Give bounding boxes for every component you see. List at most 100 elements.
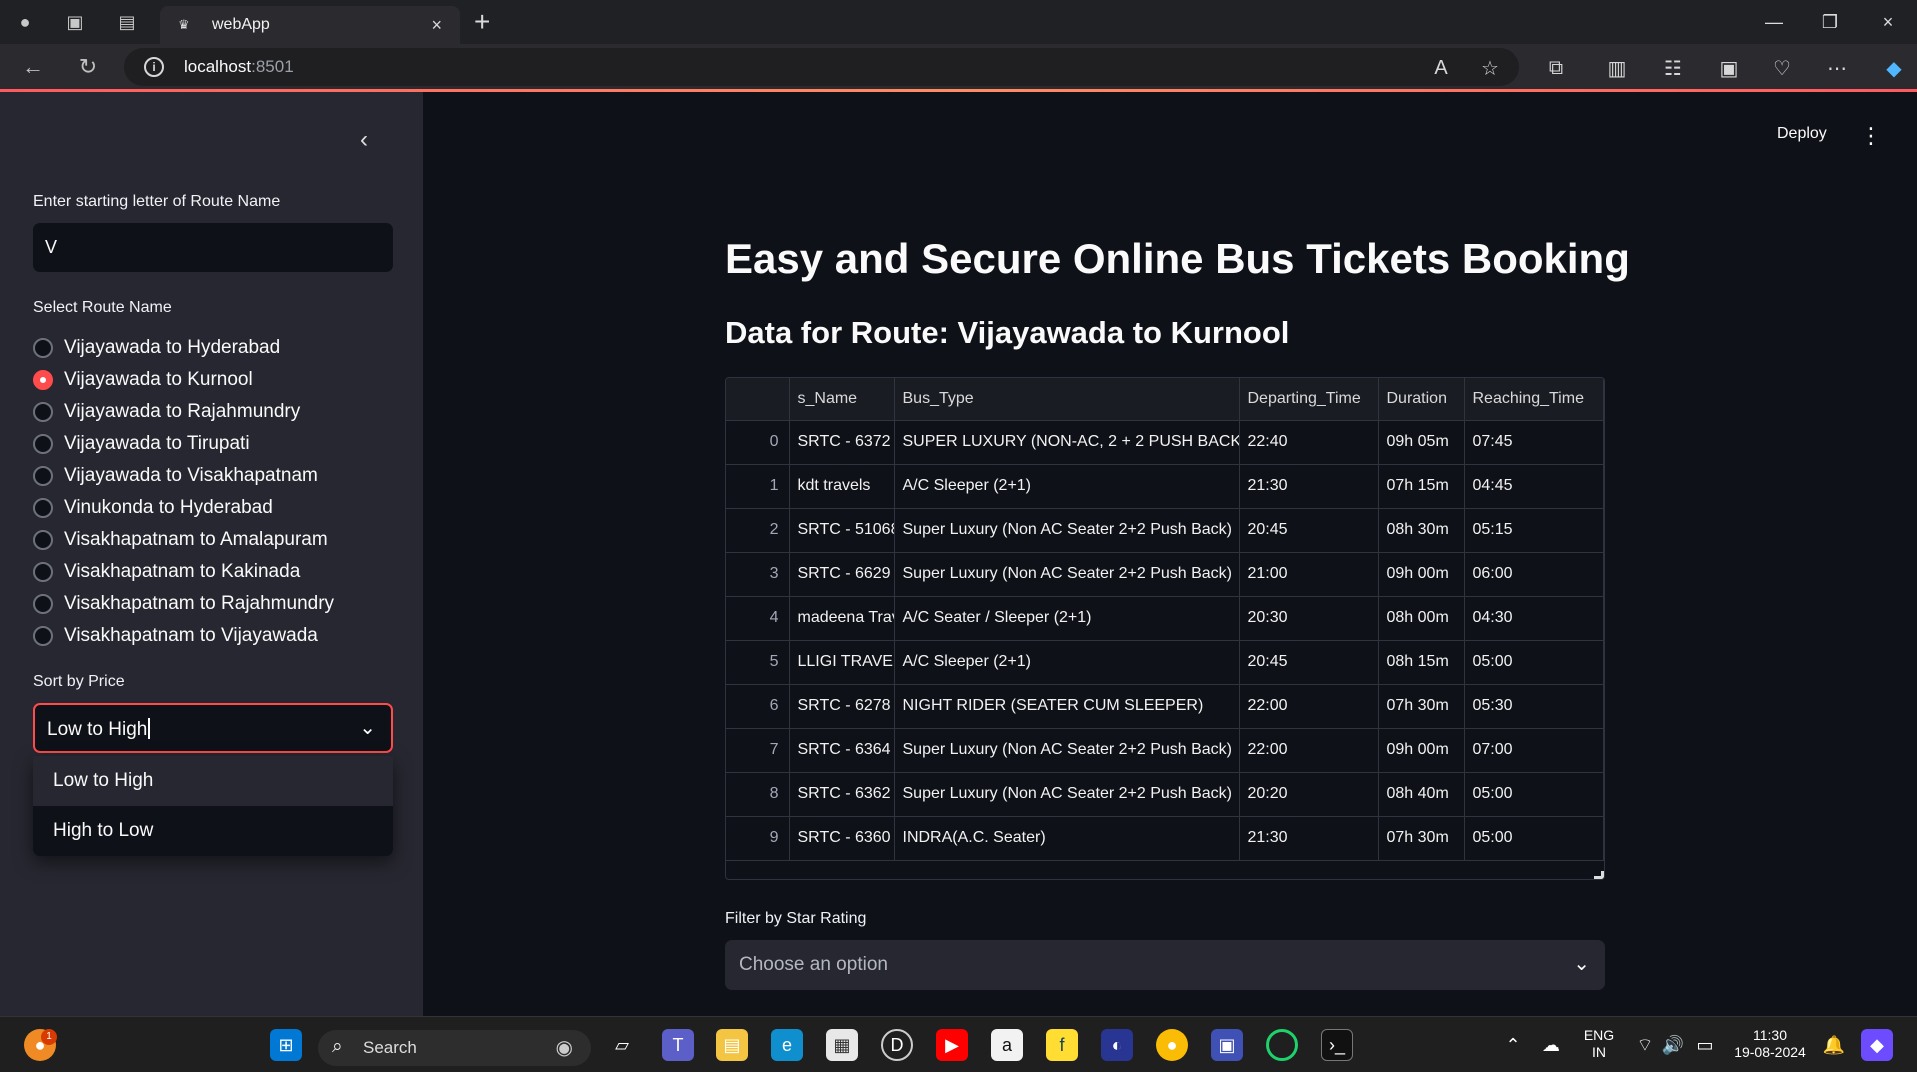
more-icon[interactable]: ⋯ xyxy=(1820,54,1854,82)
terminal-icon[interactable]: ›_ xyxy=(1321,1029,1353,1061)
route-option-selected[interactable]: Vijayawada to Kurnool xyxy=(33,364,334,396)
route-input-label: Enter starting letter of Route Name xyxy=(33,193,281,210)
radio-button-icon[interactable] xyxy=(33,338,53,358)
table-row[interactable]: 8 SRTC - 6362 Super Luxury (Non AC Seater … xyxy=(726,772,1604,817)
radio-button-icon[interactable] xyxy=(33,626,53,646)
url-text[interactable]: localhost:8501 xyxy=(184,57,294,77)
read-aloud-icon[interactable]: A xyxy=(1424,54,1458,82)
clock[interactable]: 11:30 19-08-2024 xyxy=(1728,1027,1812,1061)
bus-name-column-header[interactable]: s_Name xyxy=(789,378,895,421)
sort-option-high-to-low[interactable]: High to Low xyxy=(33,806,393,856)
flipkart-icon[interactable]: f xyxy=(1046,1029,1078,1061)
route-option[interactable]: Visakhapatnam to Rajahmundry xyxy=(33,588,334,620)
show-hidden-icons-icon[interactable]: ⌃ xyxy=(1497,1029,1529,1061)
table-row[interactable]: 3 SRTC - 6629 Super Luxury (Non AC Seater … xyxy=(726,552,1604,597)
chevron-down-icon[interactable]: ⌄ xyxy=(359,715,376,740)
taskbar-search[interactable]: ⌕ Search ◉ xyxy=(318,1030,591,1066)
battery-icon[interactable]: ▭ xyxy=(1689,1029,1721,1061)
reaching-time-column-header[interactable]: Reaching_Time xyxy=(1464,378,1604,421)
notifications-bell-icon[interactable]: 🔔 xyxy=(1818,1029,1850,1061)
close-tab-icon[interactable]: × xyxy=(431,15,442,36)
radio-button-icon[interactable] xyxy=(33,594,53,614)
extensions-icon[interactable]: ⧉ xyxy=(1539,54,1573,82)
refresh-icon[interactable]: ↻ xyxy=(72,52,104,82)
route-option[interactable]: Vijayawada to Rajahmundry xyxy=(33,396,334,428)
deploy-button[interactable]: Deploy xyxy=(1777,125,1827,143)
route-option[interactable]: Vinukonda to Hyderabad xyxy=(33,492,334,524)
collapse-sidebar-icon[interactable]: ‹ xyxy=(360,126,382,153)
route-option[interactable]: Visakhapatnam to Vijayawada xyxy=(33,620,334,652)
dell-icon[interactable]: D xyxy=(881,1029,913,1061)
volume-icon[interactable]: 🔊 xyxy=(1657,1029,1689,1061)
amazon-icon[interactable]: a xyxy=(991,1029,1023,1061)
vertical-tabs-icon[interactable]: ▤ xyxy=(112,8,142,36)
table-row[interactable]: 7 SRTC - 6364 Super Luxury (Non AC Seater … xyxy=(726,728,1604,773)
workspaces-icon[interactable]: ▣ xyxy=(60,8,90,36)
radio-button-icon[interactable] xyxy=(33,434,53,454)
star-rating-filter-label: Filter by Star Rating xyxy=(725,910,867,927)
info-icon[interactable]: i xyxy=(144,57,164,77)
windows-taskbar: ● 1 ⊞ ⌕ Search ◉ ▱ T ▤ e ▦ D ▶ a f ◐ ● ▣… xyxy=(0,1016,1917,1072)
table-resize-handle[interactable] xyxy=(1594,871,1604,879)
minimize-icon[interactable]: — xyxy=(1753,8,1795,36)
table-row[interactable]: 5LLIGI TRAVELSA/C Sleeper (2+1)20:4508h … xyxy=(726,640,1604,685)
onedrive-icon[interactable]: ☁ xyxy=(1535,1029,1567,1061)
sort-option-low-to-high[interactable]: Low to High xyxy=(33,756,393,806)
edge-icon[interactable]: e xyxy=(771,1029,803,1061)
radio-button-icon[interactable] xyxy=(33,466,53,486)
address-bar[interactable]: i localhost:8501 xyxy=(124,48,1519,86)
store-icon[interactable]: ▦ xyxy=(826,1029,858,1061)
favorites-icon[interactable]: ☷ xyxy=(1656,54,1690,82)
radio-button-icon[interactable] xyxy=(33,402,53,422)
route-letter-input[interactable]: V xyxy=(33,223,393,272)
chevron-down-icon[interactable]: ⌄ xyxy=(1573,951,1590,976)
radio-button-icon[interactable] xyxy=(33,530,53,550)
table-row[interactable]: 4madeena TravelsA/C Seater / Sleeper (2+… xyxy=(726,596,1604,641)
youtube-icon[interactable]: ▶ xyxy=(936,1029,968,1061)
copilot-icon[interactable]: ◆ xyxy=(1877,54,1911,82)
table-row[interactable]: 6 SRTC - 6278 NIGHT RIDER (SEATER CUM SLEE… xyxy=(726,684,1604,729)
eclipse-icon[interactable]: ◐ xyxy=(1101,1029,1133,1061)
bus-data-table[interactable]: s_Name Bus_Type Departing_Time Duration … xyxy=(725,377,1605,880)
teams-icon[interactable]: T xyxy=(662,1029,694,1061)
active-tab[interactable]: ♛ webApp × xyxy=(160,6,460,44)
star-rating-filter-select[interactable]: Choose an option ⌄ xyxy=(725,940,1605,990)
task-view-icon[interactable]: ▱ xyxy=(606,1029,638,1061)
search-icon: ⌕ xyxy=(332,1036,343,1057)
table-row[interactable]: 9 SRTC - 6360 INDRA(A.C. Seater) 21:30 07h 3… xyxy=(726,816,1604,861)
table-row[interactable]: 1 kdt travels A/C Sleeper (2+1) 21:30 07h 15… xyxy=(726,464,1604,509)
new-tab-icon[interactable]: + xyxy=(474,6,490,38)
anaconda-icon[interactable] xyxy=(1266,1029,1298,1061)
departing-time-column-header[interactable]: Departing_Time xyxy=(1239,378,1379,421)
bus-type-column-header[interactable]: Bus_Type xyxy=(894,378,1240,421)
index-column-header[interactable] xyxy=(726,378,790,421)
back-icon[interactable]: ← xyxy=(17,52,49,82)
route-option[interactable]: Visakhapatnam to Amalapuram xyxy=(33,524,334,556)
table-row[interactable]: 0 SRTC - 6372 SUPER LUXURY (NON-AC, 2 + 2 … xyxy=(726,420,1604,465)
route-option[interactable]: Visakhapatnam to Kakinada xyxy=(33,556,334,588)
radio-button-icon[interactable] xyxy=(33,562,53,582)
duration-column-header[interactable]: Duration xyxy=(1378,378,1465,421)
radio-button-icon[interactable] xyxy=(33,498,53,518)
sort-select[interactable]: Low to High ⌄ xyxy=(33,703,393,753)
remote-desktop-icon[interactable]: ▣ xyxy=(1211,1029,1243,1061)
main-menu-icon[interactable]: ⋮ xyxy=(1860,123,1882,149)
close-window-icon[interactable]: × xyxy=(1867,8,1909,36)
language-indicator[interactable]: ENG IN xyxy=(1575,1027,1623,1061)
route-option[interactable]: Vijayawada to Visakhapatnam xyxy=(33,460,334,492)
chrome-icon[interactable]: ● xyxy=(1156,1029,1188,1061)
route-option[interactable]: Vijayawada to Tirupati xyxy=(33,428,334,460)
start-icon[interactable]: ⊞ xyxy=(270,1029,302,1061)
route-option[interactable]: Vijayawada to Hyderabad xyxy=(33,332,334,364)
restore-icon[interactable]: ❐ xyxy=(1809,8,1851,36)
collections-icon[interactable]: ▣ xyxy=(1712,54,1746,82)
favorite-icon[interactable]: ☆ xyxy=(1473,54,1507,82)
profile-icon[interactable]: ● xyxy=(10,8,40,36)
browser-essentials-icon[interactable]: ♡ xyxy=(1765,54,1799,82)
selected-radio-button-icon[interactable] xyxy=(33,370,53,390)
copilot-icon[interactable]: ◆ xyxy=(1861,1029,1893,1061)
camera-icon[interactable]: ◉ xyxy=(556,1035,573,1060)
split-screen-icon[interactable]: ▥ xyxy=(1600,54,1634,82)
file-explorer-icon[interactable]: ▤ xyxy=(716,1029,748,1061)
table-row[interactable]: 2 SRTC - 51068 Super Luxury (Non AC Seater… xyxy=(726,508,1604,553)
